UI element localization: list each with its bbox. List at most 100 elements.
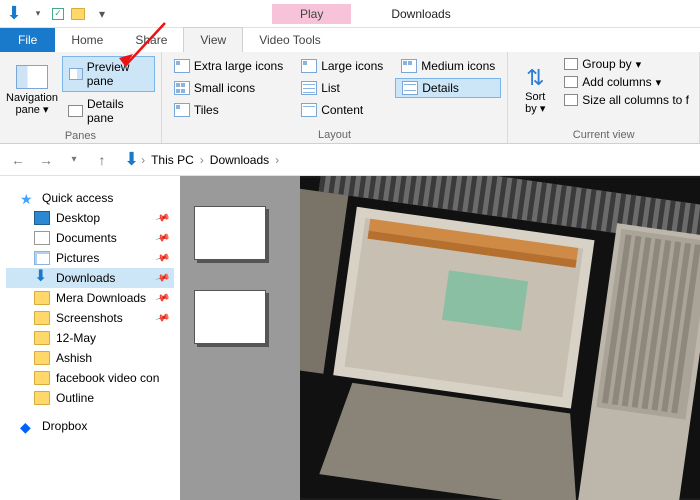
sidebar-item-12-may[interactable]: 12-May (6, 328, 174, 348)
folder-icon (34, 291, 50, 305)
sort-icon: ⇅ (526, 65, 544, 91)
nav-up-button[interactable]: ↑ (90, 148, 114, 172)
sidebar-item-downloads[interactable]: ⬇Downloads📌 (6, 268, 174, 288)
qat-dropdown-icon[interactable]: ▾ (28, 4, 48, 24)
desktop-icon (34, 211, 50, 225)
contextual-tab-header: Play Downloads (272, 4, 451, 24)
thumbnail-2[interactable] (194, 290, 266, 344)
layout-small-icons[interactable]: Small icons (168, 78, 289, 98)
thumbnail-1[interactable] (194, 206, 266, 260)
pin-icon: 📌 (154, 270, 170, 286)
extra-large-icon (174, 59, 190, 73)
dropbox-icon: ◆ (20, 419, 36, 433)
list-icon (301, 81, 317, 95)
qat-properties-icon[interactable]: ✓ (52, 8, 64, 20)
main-area: ★ Quick access Desktop📌 Documents📌 Pictu… (0, 176, 700, 500)
nav-back-button[interactable]: ← (6, 148, 30, 172)
details-pane-label: Details pane (87, 97, 149, 125)
navigation-pane-label: Navigationpane ▾ (6, 92, 58, 116)
folder-icon (34, 331, 50, 345)
preview-pane-label: Preview pane (87, 60, 148, 88)
small-icon (174, 81, 190, 95)
thumbnail-strip[interactable] (180, 176, 300, 500)
group-label-layout: Layout (168, 127, 501, 141)
ribbon-group-current-view: ⇅ Sortby ▾ Group by ▾ Add columns ▾ Size… (508, 52, 700, 143)
add-columns-button[interactable]: Add columns ▾ (560, 74, 693, 90)
preview-pane-icon (69, 68, 83, 80)
ribbon-group-panes: Navigationpane ▾ Preview pane Details pa… (0, 52, 162, 143)
group-label-current-view: Current view (514, 127, 693, 141)
qat-folder-icon[interactable] (68, 4, 88, 24)
tab-share[interactable]: Share (119, 28, 183, 52)
details-pane-button[interactable]: Details pane (62, 94, 155, 128)
dropbox-header[interactable]: ◆ Dropbox (6, 416, 174, 436)
add-columns-icon (564, 76, 578, 88)
pictures-icon (34, 251, 50, 265)
title-bar: ⬇ ▾ ✓ ▾ Play Downloads (0, 0, 700, 28)
layout-content[interactable]: Content (295, 100, 389, 120)
sidebar-item-outline[interactable]: Outline (6, 388, 174, 408)
tab-video-tools[interactable]: Video Tools (243, 28, 337, 52)
sidebar-item-ashish[interactable]: Ashish (6, 348, 174, 368)
chevron-right-icon[interactable]: › (200, 153, 204, 167)
breadcrumb[interactable]: ⬇ › This PC › Downloads › (124, 149, 279, 170)
preview-image (300, 176, 700, 500)
layout-medium-icons[interactable]: Medium icons (395, 56, 501, 76)
sort-label: Sortby ▾ (525, 91, 545, 115)
sidebar-item-documents[interactable]: Documents📌 (6, 228, 174, 248)
ribbon-tabstrip: File Home Share View Video Tools (0, 28, 700, 52)
sidebar-item-mera-downloads[interactable]: Mera Downloads📌 (6, 288, 174, 308)
layout-extra-large-icons[interactable]: Extra large icons (168, 56, 289, 76)
documents-icon (34, 231, 50, 245)
medium-icon (401, 59, 417, 73)
navigation-pane-button[interactable]: Navigationpane ▾ (6, 56, 58, 124)
sidebar-item-screenshots[interactable]: Screenshots📌 (6, 308, 174, 328)
preview-pane-button[interactable]: Preview pane (62, 56, 155, 92)
ribbon: Navigationpane ▾ Preview pane Details pa… (0, 52, 700, 144)
folder-icon (34, 351, 50, 365)
pin-icon: 📌 (154, 230, 170, 246)
details-pane-icon (68, 105, 83, 117)
details-icon (402, 81, 418, 95)
layout-large-icons[interactable]: Large icons (295, 56, 389, 76)
navigation-tree[interactable]: ★ Quick access Desktop📌 Documents📌 Pictu… (0, 176, 180, 500)
layout-list[interactable]: List (295, 78, 389, 98)
pin-icon: 📌 (154, 290, 170, 306)
app-icon: ⬇ (4, 4, 24, 24)
breadcrumb-this-pc[interactable]: This PC (147, 151, 198, 169)
nav-forward-button[interactable]: → (34, 148, 58, 172)
sidebar-item-desktop[interactable]: Desktop📌 (6, 208, 174, 228)
chevron-right-icon[interactable]: › (141, 153, 145, 167)
sidebar-item-facebook-video[interactable]: facebook video con (6, 368, 174, 388)
qat-overflow-icon[interactable]: ▾ (92, 4, 112, 24)
quick-access-header[interactable]: ★ Quick access (6, 188, 174, 208)
group-by-icon (564, 58, 578, 70)
sidebar-item-pictures[interactable]: Pictures📌 (6, 248, 174, 268)
navigation-pane-icon (16, 65, 48, 89)
preview-pane (300, 176, 700, 500)
sort-by-button[interactable]: ⇅ Sortby ▾ (514, 56, 556, 124)
tiles-icon (174, 103, 190, 117)
chevron-right-icon[interactable]: › (275, 153, 279, 167)
location-icon: ⬇ (124, 149, 139, 170)
context-play-label: Play (272, 4, 351, 24)
group-label-panes: Panes (6, 128, 155, 142)
downloads-icon: ⬇ (34, 271, 50, 285)
layout-tiles[interactable]: Tiles (168, 100, 289, 120)
folder-icon (34, 311, 50, 325)
tab-home[interactable]: Home (55, 28, 119, 52)
size-columns-button[interactable]: Size all columns to f (560, 92, 693, 108)
group-by-button[interactable]: Group by ▾ (560, 56, 693, 72)
layout-details[interactable]: Details (395, 78, 501, 98)
breadcrumb-downloads[interactable]: Downloads (206, 151, 273, 169)
tab-view[interactable]: View (183, 27, 243, 52)
content-icon (301, 103, 317, 117)
nav-recent-dropdown[interactable]: ▾ (62, 148, 86, 172)
window-title: Downloads (391, 7, 450, 21)
tab-file[interactable]: File (0, 28, 55, 52)
pin-icon: 📌 (154, 210, 170, 226)
large-icon (301, 59, 317, 73)
pin-icon: 📌 (154, 250, 170, 266)
star-icon: ★ (20, 191, 36, 205)
size-columns-icon (564, 94, 578, 106)
